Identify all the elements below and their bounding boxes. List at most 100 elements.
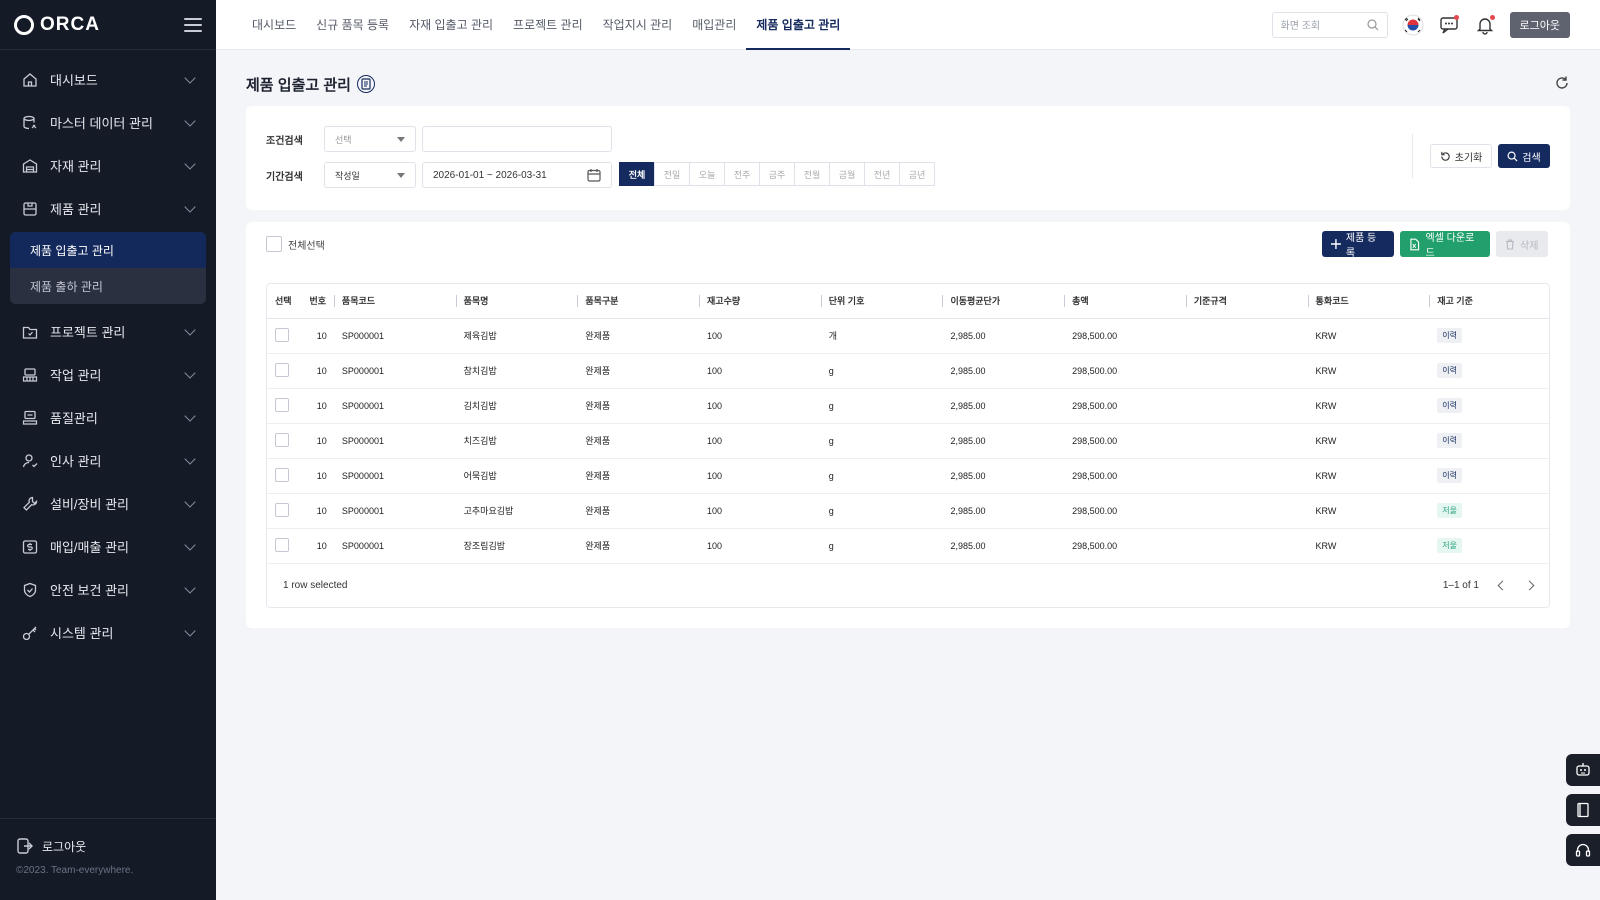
table-row[interactable]: 10 SP000001 치즈김밥 완제품 100 g 2,985.00 298,500.00 K…	[267, 423, 1549, 459]
book-icon[interactable]	[1566, 794, 1600, 826]
sidebar-item-12[interactable]: 시스템 관리	[0, 611, 216, 654]
row-checkbox[interactable]	[275, 502, 289, 517]
date-range-input[interactable]: 2026-01-01 ~ 2026-03-31	[422, 162, 612, 188]
chevron-down-icon[interactable]	[184, 538, 196, 551]
chevron-down-icon[interactable]	[184, 409, 196, 422]
sidebar-item-3[interactable]: 자재 관리	[0, 144, 216, 187]
table-row[interactable]: 10 SP000001 장조림김밥 완제품 100 g 2,985.00 298,500.00…	[267, 528, 1549, 564]
chevron-down-icon[interactable]	[184, 200, 196, 213]
row-checkbox[interactable]	[275, 362, 289, 377]
status-badge[interactable]: 이력	[1437, 433, 1462, 448]
table-row[interactable]: 10 SP000001 참치김밥 완제품 100 g 2,985.00 298,500.00 K…	[267, 353, 1549, 389]
status-badge[interactable]: 이력	[1437, 328, 1462, 343]
submenu-item-2[interactable]: 제품 출하 관리	[10, 268, 206, 304]
sidebar-item-2[interactable]: 마스터 데이터 관리	[0, 101, 216, 144]
sidebar-item-10[interactable]: 매입/매출 관리	[0, 525, 216, 568]
document-icon[interactable]	[356, 75, 375, 93]
chevron-down-icon[interactable]	[184, 114, 196, 127]
sidebar-item-1[interactable]: 대시보드	[0, 58, 216, 101]
message-icon[interactable]	[1438, 14, 1460, 36]
calendar-icon[interactable]	[587, 168, 601, 182]
tab-7[interactable]: 제품 입출고 관리	[746, 0, 851, 50]
period-button-5[interactable]: 금주	[759, 162, 795, 186]
chevron-down-icon[interactable]	[184, 624, 196, 637]
logo[interactable]: ORCA	[14, 14, 100, 36]
chevron-down-icon[interactable]	[184, 495, 196, 508]
top-logout-button[interactable]: 로그아웃	[1509, 11, 1570, 38]
sidebar-item-5[interactable]: 프로젝트 관리	[0, 310, 216, 353]
row-checkbox[interactable]	[275, 327, 289, 342]
period-button-9[interactable]: 금년	[899, 162, 935, 186]
checkbox[interactable]	[266, 236, 282, 252]
submenu-item-1[interactable]: 제품 입출고 관리	[10, 232, 206, 268]
sidebar-item-11[interactable]: 안전 보건 관리	[0, 568, 216, 611]
screen-search-input[interactable]: 화면 조회	[1271, 11, 1388, 38]
language-flag-icon[interactable]	[1402, 14, 1424, 36]
chevron-down-icon[interactable]	[184, 323, 196, 336]
headset-icon[interactable]	[1566, 834, 1600, 866]
chevron-down-icon[interactable]	[184, 71, 196, 84]
sidebar-item-4[interactable]: 제품 관리	[0, 187, 216, 230]
refresh-icon[interactable]	[1554, 75, 1570, 94]
period-button-3[interactable]: 오늘	[689, 162, 725, 186]
table-row[interactable]: 10 SP000001 김치김밥 완제품 100 g 2,985.00 298,500.00 K…	[267, 388, 1549, 424]
add-product-button[interactable]: 제품 등록	[1322, 231, 1394, 259]
period-button-6[interactable]: 전월	[794, 162, 830, 186]
chevron-down-icon[interactable]	[184, 366, 196, 379]
period-button-7[interactable]: 금월	[829, 162, 865, 186]
row-checkbox[interactable]	[275, 397, 289, 412]
date-range-value: 2026-01-01 ~ 2026-03-31	[433, 169, 547, 181]
status-badge[interactable]: 이력	[1437, 363, 1462, 378]
table-row[interactable]: 10 SP000001 제육김밥 완제품 100 개 2,985.00 298,500.00 K…	[267, 318, 1549, 354]
table-row[interactable]: 10 SP000001 어묵김밥 완제품 100 g 2,985.00 298,500.00 K…	[267, 458, 1549, 494]
status-badge[interactable]: 저울	[1437, 538, 1462, 553]
sidebar-item-8[interactable]: 인사 관리	[0, 439, 216, 482]
period-button-8[interactable]: 전년	[864, 162, 900, 186]
cell-currency: KRW	[1307, 423, 1430, 459]
tab-1[interactable]: 대시보드	[242, 0, 306, 50]
tab-3[interactable]: 자재 입출고 관리	[399, 0, 503, 50]
row-checkbox[interactable]	[275, 467, 289, 482]
condition-search-input[interactable]	[422, 126, 612, 152]
chevron-down-icon[interactable]	[184, 581, 196, 594]
status-badge[interactable]: 이력	[1437, 398, 1462, 413]
tab-6[interactable]: 매입관리	[682, 0, 746, 50]
period-type-select[interactable]: 작성일	[324, 162, 416, 188]
robot-icon[interactable]	[1566, 754, 1600, 786]
tab-2[interactable]: 신규 품목 등록	[306, 0, 399, 50]
table-row[interactable]: 10 SP000001 고추마요김밥 완제품 100 g 2,985.00 298,500.0…	[267, 493, 1549, 529]
search-button[interactable]: 검색	[1498, 144, 1550, 168]
reset-button[interactable]: 초기화	[1430, 144, 1492, 168]
hamburger-menu-icon[interactable]	[184, 17, 202, 32]
prev-page-icon[interactable]	[1497, 580, 1508, 590]
cell-name: 참치김밥	[455, 353, 578, 389]
home-icon	[22, 72, 38, 88]
tab-5[interactable]: 작업지시 관리	[593, 0, 683, 50]
logout-icon	[17, 838, 33, 854]
bell-icon[interactable]	[1474, 14, 1496, 36]
period-type-value: 작성일	[335, 170, 360, 181]
period-button-1[interactable]: 전체	[619, 162, 655, 186]
period-button-2[interactable]: 전일	[654, 162, 690, 186]
sidebar-logout-button[interactable]: 로그아웃	[16, 837, 200, 855]
status-badge[interactable]: 저울	[1437, 503, 1462, 518]
cell-avg-price: 2,985.00	[942, 528, 1065, 564]
next-page-icon[interactable]	[1524, 580, 1535, 590]
cell-basis: 이력	[1429, 318, 1549, 354]
sidebar-item-9[interactable]: 설비/장비 관리	[0, 482, 216, 525]
status-badge[interactable]: 이력	[1437, 468, 1462, 483]
tab-4[interactable]: 프로젝트 관리	[503, 0, 593, 50]
condition-select[interactable]: 선택	[324, 126, 416, 152]
row-checkbox[interactable]	[275, 537, 289, 552]
sidebar-item-7[interactable]: 품질관리	[0, 396, 216, 439]
delete-button[interactable]: 삭제	[1496, 231, 1548, 257]
excel-download-button[interactable]: 엑셀 다운로드	[1400, 231, 1490, 259]
cell-total: 298,500.00	[1064, 423, 1186, 459]
select-all-checkbox[interactable]: 전체선택	[266, 236, 325, 252]
cell-no: 10	[301, 353, 334, 389]
chevron-down-icon[interactable]	[184, 157, 196, 170]
chevron-down-icon[interactable]	[184, 452, 196, 465]
row-checkbox[interactable]	[275, 432, 289, 447]
period-button-4[interactable]: 전주	[724, 162, 760, 186]
sidebar-item-6[interactable]: 작업 관리	[0, 353, 216, 396]
